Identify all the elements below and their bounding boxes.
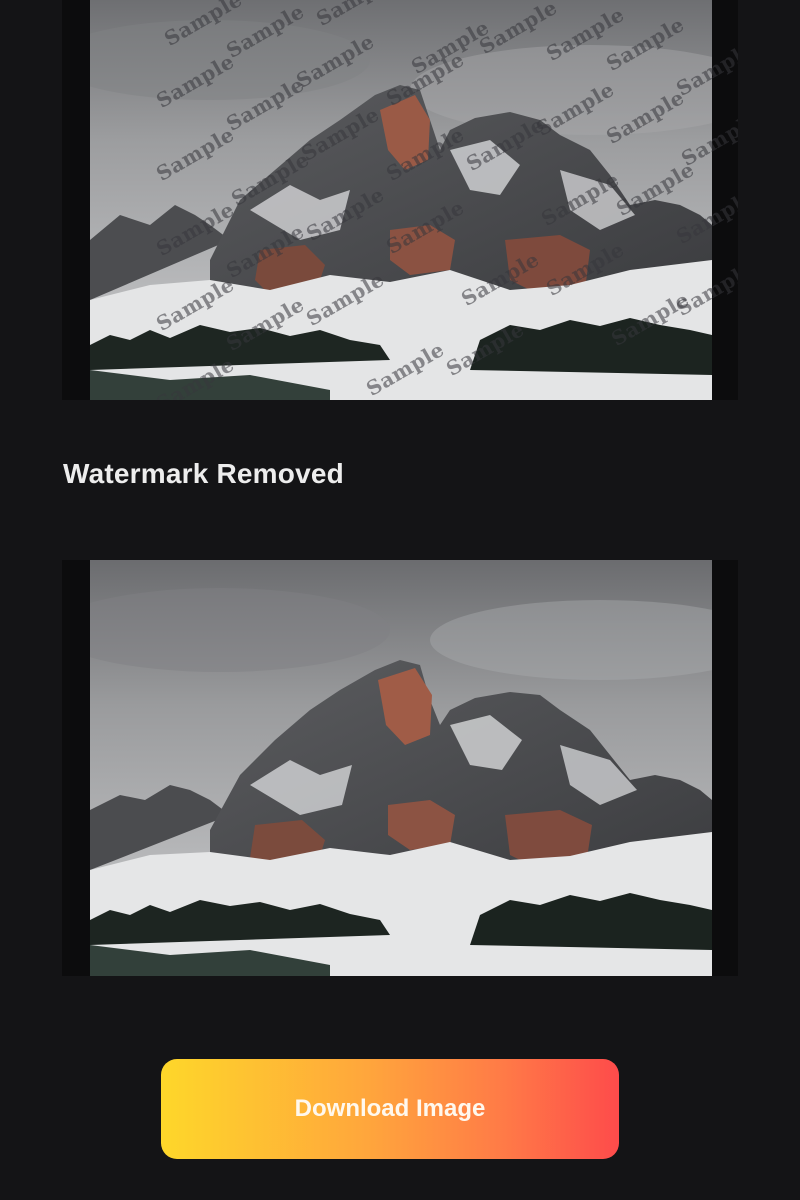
- cleaned-mountain-photo: [90, 560, 712, 976]
- cleaned-image-frame: [62, 560, 738, 976]
- mountain-photo-icon: [90, 0, 712, 400]
- mountain-photo-icon: [90, 560, 712, 976]
- download-image-button[interactable]: Download Image: [161, 1059, 619, 1159]
- result-title: Watermark Removed: [63, 458, 344, 489]
- original-image-frame: Sample Sample Sample Sample Sample Sampl…: [62, 0, 738, 400]
- original-mountain-photo: [90, 0, 712, 400]
